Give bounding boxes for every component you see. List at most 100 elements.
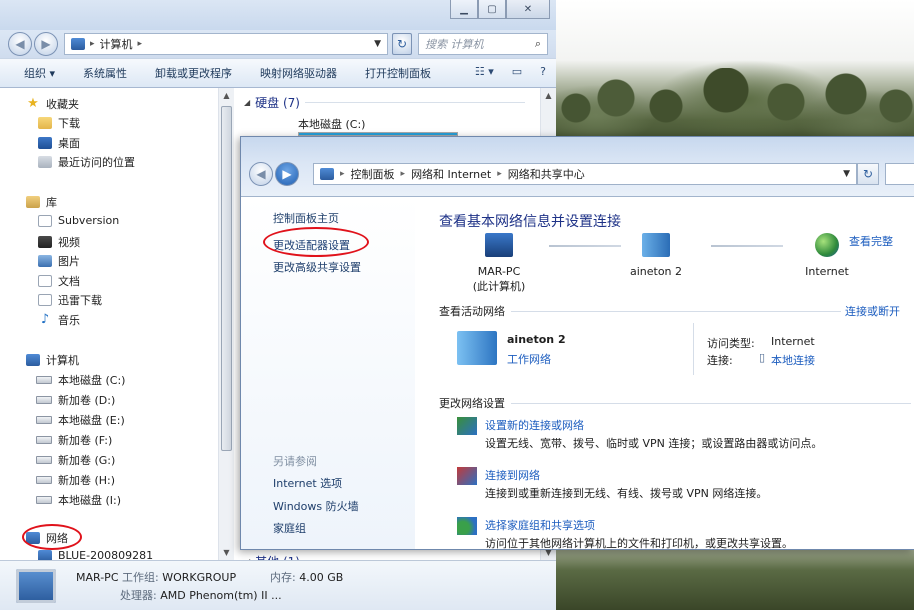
nav-item-videos[interactable]: 视频 <box>38 234 80 250</box>
breadcrumb-control-panel[interactable]: 控制面板 <box>351 166 395 182</box>
scroll-up-icon[interactable]: ▲ <box>221 90 232 101</box>
open-control-panel-button[interactable]: 打开控制面板 <box>365 65 431 81</box>
search-icon[interactable]: ⌕ <box>535 37 541 51</box>
nav-item-documents[interactable]: 文档 <box>38 273 80 289</box>
explorer-address-row: ◀ ▶ ▸ 计算机 ▸ ▼ ↻ 搜索 计算机 ⌕ <box>0 30 556 58</box>
section-divider <box>511 311 841 312</box>
cp-forward-button[interactable]: ▶ <box>275 162 299 186</box>
setup-new-connection-link[interactable]: 设置新的连接或网络 <box>485 417 584 433</box>
map-network-drive-button[interactable]: 映射网络驱动器 <box>260 65 337 81</box>
system-properties-button[interactable]: 系统属性 <box>83 65 127 81</box>
nav-scrollbar[interactable]: ▲ ▼ <box>218 88 234 560</box>
page-title: 查看基本网络信息并设置连接 <box>439 214 621 230</box>
local-connection-link[interactable]: 本地连接 <box>771 352 815 368</box>
memory-label: 内存: <box>270 571 296 584</box>
explorer-search-input[interactable]: 搜索 计算机 ⌕ <box>418 33 548 55</box>
scroll-thumb[interactable] <box>221 106 232 451</box>
nav-item-pictures[interactable]: 图片 <box>38 253 80 269</box>
nav-drive-f[interactable]: 新加卷 (F:) <box>36 432 112 448</box>
map-node-name: aineton 2 <box>629 265 683 278</box>
refresh-icon[interactable]: ↻ <box>392 33 412 55</box>
uninstall-program-button[interactable]: 卸载或更改程序 <box>155 65 232 81</box>
forward-button[interactable]: ▶ <box>34 32 58 56</box>
address-dropdown-icon[interactable]: ▼ <box>843 169 850 179</box>
breadcrumb-network-internet[interactable]: 网络和 Internet <box>411 166 491 182</box>
collapse-icon[interactable]: ◢ <box>244 98 250 107</box>
nav-computer[interactable]: 计算机 <box>26 352 79 368</box>
network-type-link[interactable]: 工作网络 <box>507 351 551 367</box>
cp-search-input[interactable] <box>885 163 914 185</box>
explorer-address-bar[interactable]: ▸ 计算机 ▸ ▼ <box>64 33 388 55</box>
help-icon[interactable]: ? <box>540 65 546 78</box>
cpu-label: 处理器: <box>120 589 157 602</box>
windows-firewall-link[interactable]: Windows 防火墙 <box>273 498 359 514</box>
map-node-name: Internet <box>805 265 849 278</box>
homegroup-sharing-link[interactable]: 选择家庭组和共享选项 <box>485 517 595 533</box>
minimize-button[interactable]: ▁ <box>450 0 478 19</box>
navigation-pane: ★ 收藏夹 下载 桌面 最近访问的位置 库 Subversion 视频 图片 文… <box>0 88 234 562</box>
star-icon: ★ <box>27 96 39 111</box>
refresh-icon[interactable]: ↻ <box>857 163 879 185</box>
group-header-hdd[interactable]: ◢ 硬盘 (7) <box>244 94 525 111</box>
homegroup-link[interactable]: 家庭组 <box>273 520 306 536</box>
toolbar-right: ☷ ▾ ▭ ? <box>475 65 546 78</box>
back-button[interactable]: ◀ <box>8 32 32 56</box>
annotation-circle-network <box>22 524 82 550</box>
nav-label: Subversion <box>58 214 120 227</box>
nav-libraries[interactable]: 库 <box>26 194 57 210</box>
homegroup-sharing-desc: 访问位于其他网络计算机上的文件和打印机，或更改共享设置。 <box>485 537 793 550</box>
computer-large-icon <box>16 569 56 603</box>
map-node-name: MAR-PC <box>477 265 521 278</box>
nav-drive-e[interactable]: 本地磁盘 (E:) <box>36 412 125 428</box>
nav-favorites[interactable]: ★ 收藏夹 <box>26 96 79 112</box>
memory-value: 4.00 GB <box>299 571 344 584</box>
control-panel-home-link[interactable]: 控制面板主页 <box>273 210 339 226</box>
close-button[interactable]: ✕ <box>506 0 550 19</box>
nav-item-recent[interactable]: 最近访问的位置 <box>38 154 135 170</box>
network-sharing-center-window: ◀ ▶ ▸ 控制面板 ▸ 网络和 Internet ▸ 网络和共享中心 ▼ ↻ … <box>240 136 914 550</box>
nav-item-downloads[interactable]: 下载 <box>38 115 80 131</box>
music-note-icon: ♪ <box>40 312 50 327</box>
nav-drive-i[interactable]: 本地磁盘 (I:) <box>36 492 121 508</box>
nav-item-subversion[interactable]: Subversion <box>38 214 119 227</box>
organize-button[interactable]: 组织 ▾ <box>24 65 55 81</box>
active-network-name: aineton 2 <box>507 333 566 346</box>
drive-c-item[interactable]: 本地磁盘 (C:) <box>298 116 365 132</box>
address-dropdown-icon[interactable]: ▼ <box>374 39 381 49</box>
nav-drive-g[interactable]: 新加卷 (G:) <box>36 452 115 468</box>
maximize-button[interactable]: ▢ <box>478 0 506 19</box>
cp-title-frame: ◀ ▶ ▸ 控制面板 ▸ 网络和 Internet ▸ 网络和共享中心 ▼ ↻ <box>241 137 914 197</box>
nav-label: 迅雷下载 <box>58 294 102 307</box>
cp-back-button[interactable]: ◀ <box>249 162 273 186</box>
map-node-this-pc[interactable]: MAR-PC (此计算机) <box>459 233 539 294</box>
drive-icon <box>36 456 52 464</box>
nav-item-music[interactable]: ♪ 音乐 <box>38 312 80 328</box>
downloads-folder-icon <box>38 117 52 129</box>
internet-options-link[interactable]: Internet 选项 <box>273 475 342 491</box>
address-crumb[interactable]: 计算机 <box>100 36 133 52</box>
map-node-network[interactable]: aineton 2 <box>611 233 701 278</box>
nav-label: 新加卷 (H:) <box>58 474 116 487</box>
preview-pane-icon[interactable]: ▭ <box>512 65 522 78</box>
scroll-up-icon[interactable]: ▲ <box>543 90 554 101</box>
nav-drive-d[interactable]: 新加卷 (D:) <box>36 392 115 408</box>
document-library-icon <box>38 275 52 287</box>
nav-item-thunder-downloads[interactable]: 迅雷下载 <box>38 292 102 308</box>
cp-address-bar[interactable]: ▸ 控制面板 ▸ 网络和 Internet ▸ 网络和共享中心 ▼ <box>313 163 857 185</box>
nav-drive-h[interactable]: 新加卷 (H:) <box>36 472 115 488</box>
change-advanced-sharing-link[interactable]: 更改高级共享设置 <box>273 259 361 275</box>
nav-label: 视频 <box>58 236 80 249</box>
nav-drive-c[interactable]: 本地磁盘 (C:) <box>36 372 125 388</box>
connect-to-network-link[interactable]: 连接到网络 <box>485 467 540 483</box>
annotation-circle-adapter <box>263 227 369 257</box>
scroll-down-icon[interactable]: ▼ <box>221 547 232 558</box>
breadcrumb-sharing-center[interactable]: 网络和共享中心 <box>508 166 585 182</box>
connect-disconnect-link[interactable]: 连接或断开 <box>845 303 900 319</box>
workgroup-label: 工作组: <box>122 571 159 584</box>
map-node-internet[interactable]: Internet <box>787 233 867 278</box>
view-options-icon[interactable]: ☷ ▾ <box>475 65 494 78</box>
recent-places-icon <box>38 156 52 168</box>
nav-item-desktop[interactable]: 桌面 <box>38 135 80 151</box>
details-line-1: MAR-PC 工作组: WORKGROUP <box>76 569 236 585</box>
connect-to-network-desc: 连接到或重新连接到无线、有线、拨号或 VPN 网络连接。 <box>485 487 768 500</box>
